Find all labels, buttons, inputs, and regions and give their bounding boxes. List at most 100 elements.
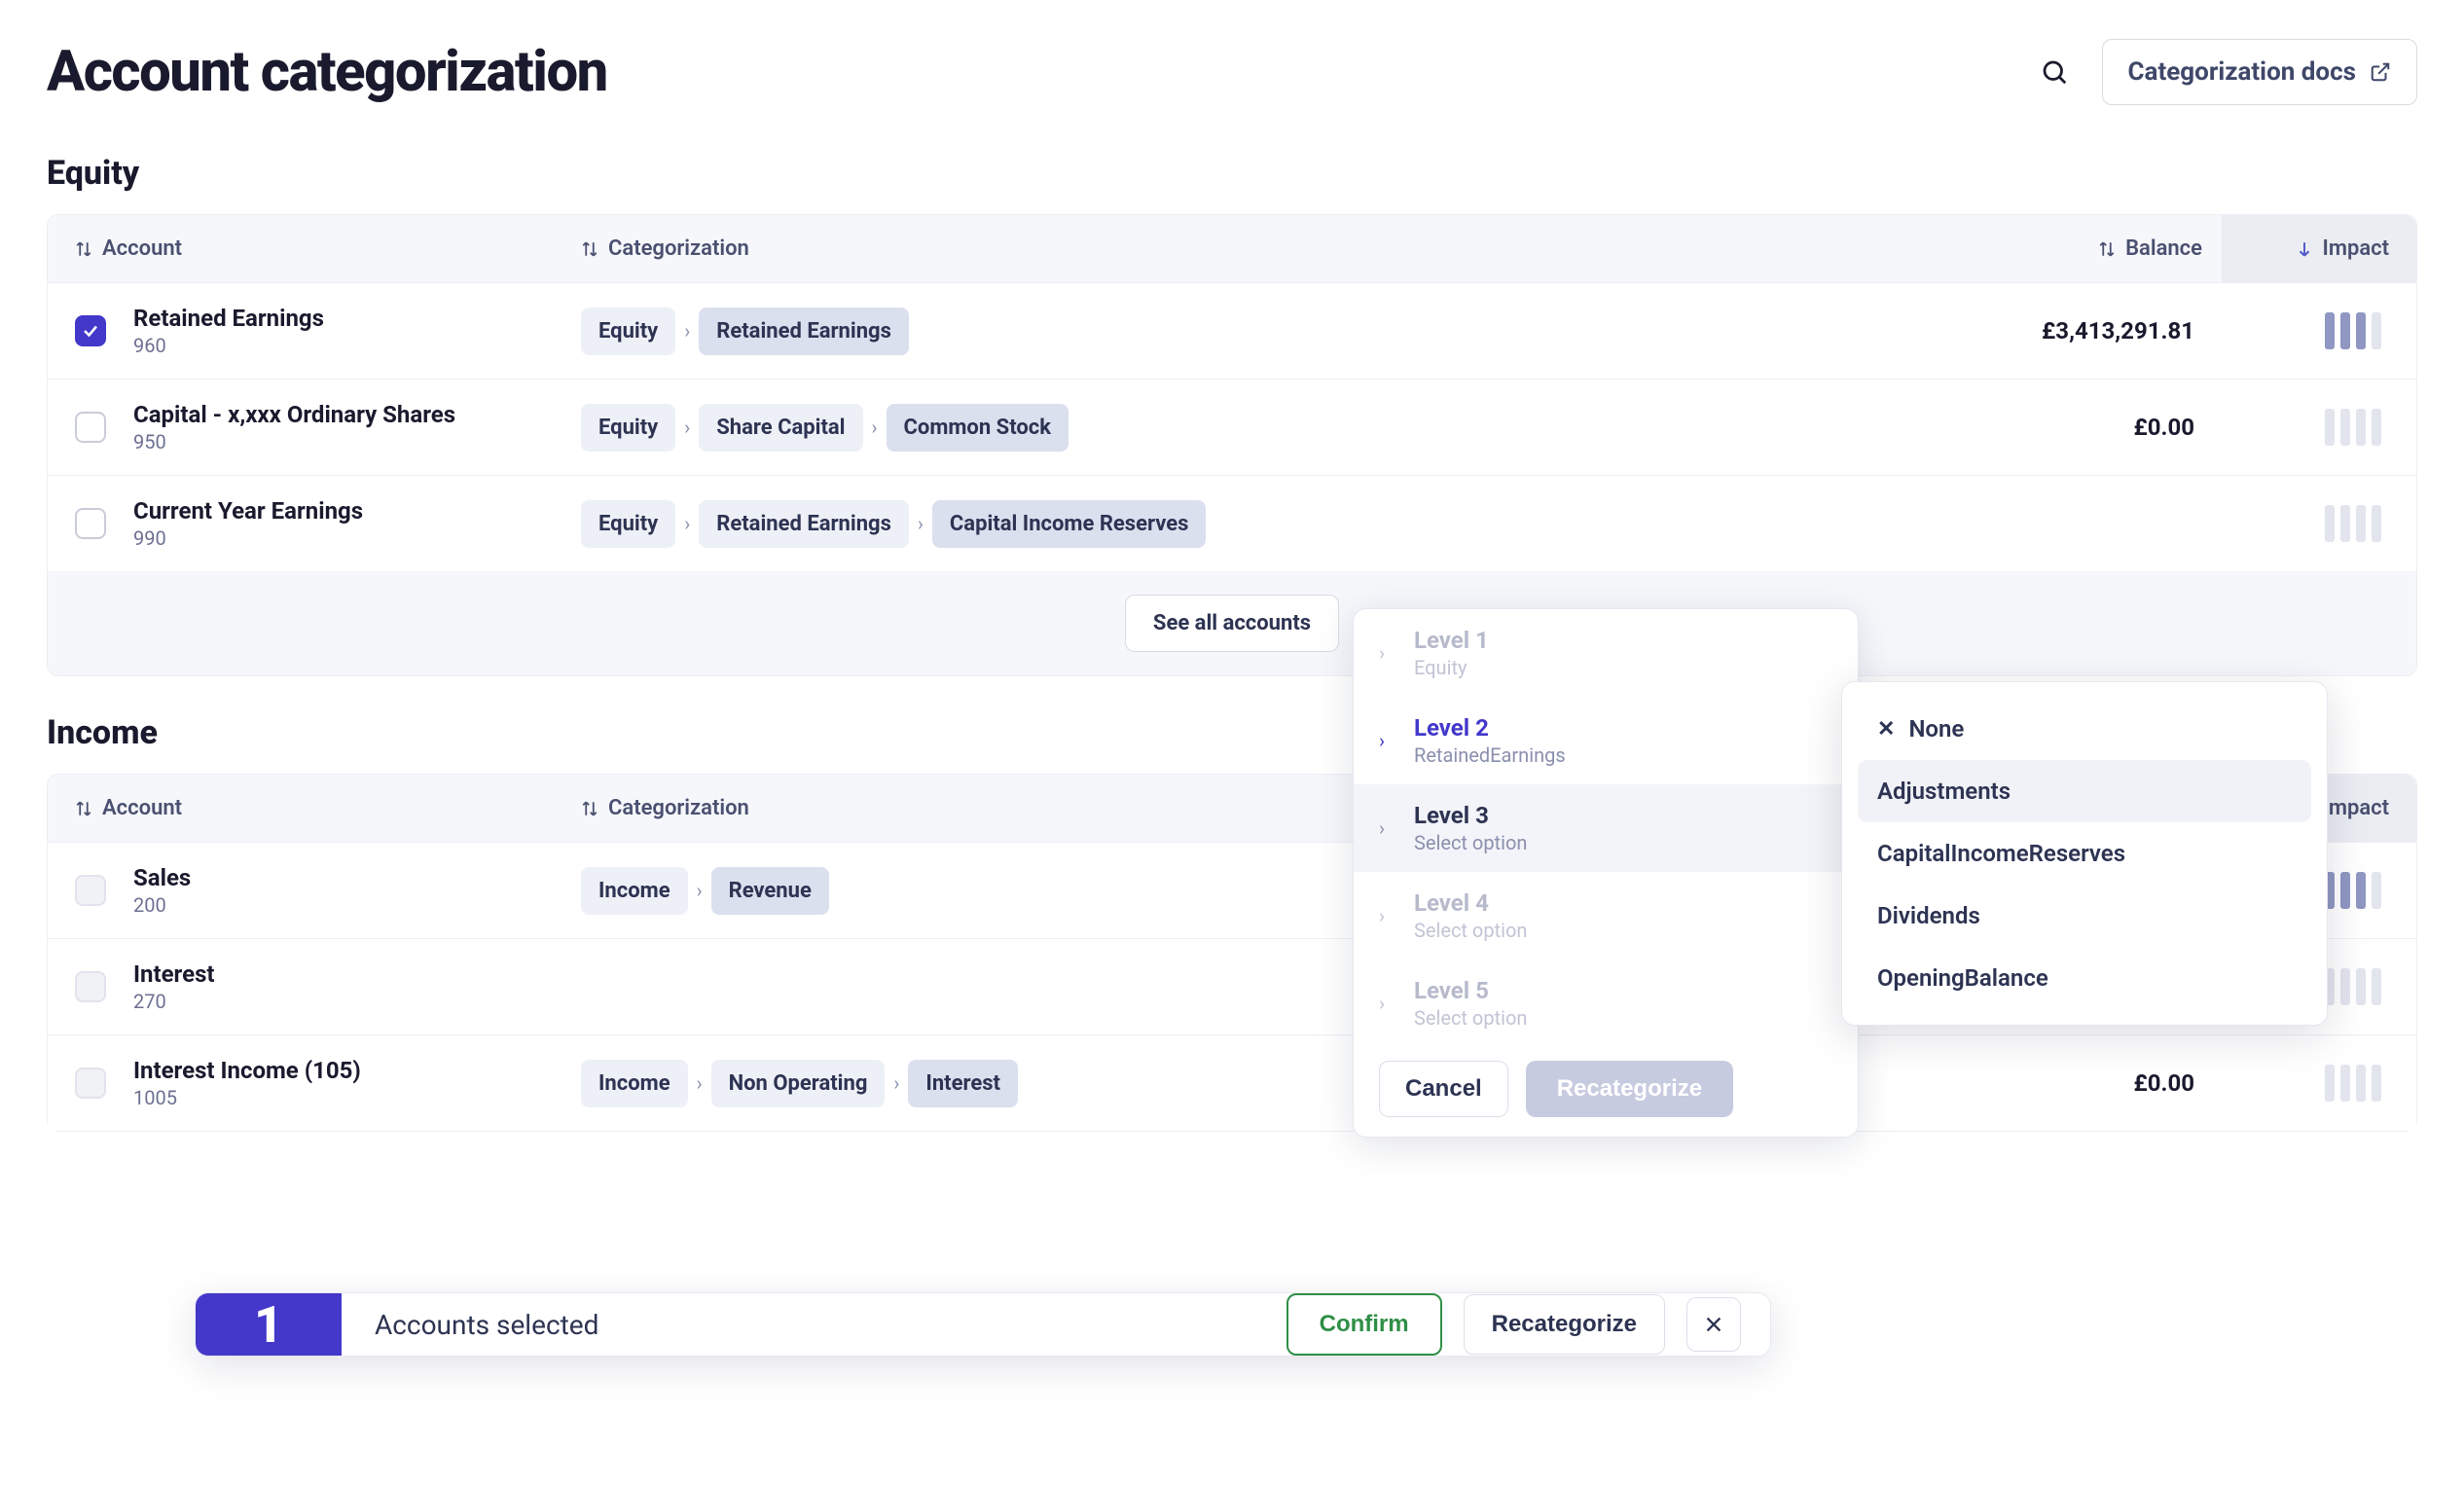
selection-count: 1	[196, 1293, 342, 1356]
impact-indicator	[2325, 968, 2381, 1005]
balance-value: £0.00	[1980, 414, 2194, 441]
chevron-right-icon: ›	[688, 1071, 711, 1095]
sort-icon	[75, 240, 92, 258]
level-title: Level 5	[1414, 977, 1527, 1004]
chevron-right-icon: ›	[909, 512, 932, 535]
chevron-right-icon: ›	[885, 1071, 908, 1095]
recategorize-actions: Cancel Recategorize	[1354, 1047, 1858, 1117]
recategorize-button[interactable]: Recategorize	[1464, 1294, 1665, 1355]
chevron-right-icon: ›	[1379, 816, 1396, 840]
chevron-right-icon: ›	[675, 512, 699, 535]
level-selector[interactable]: › Level 2RetainedEarnings	[1354, 697, 1858, 784]
account-number: 200	[133, 893, 581, 917]
account-number: 270	[133, 990, 581, 1013]
sort-icon	[2098, 240, 2116, 258]
close-icon	[1703, 1314, 1724, 1335]
row-checkbox[interactable]	[75, 412, 106, 443]
chevron-right-icon: ›	[863, 416, 887, 439]
close-selection-button[interactable]	[1686, 1297, 1741, 1352]
header-actions: Categorization docs	[2034, 39, 2417, 105]
level-title: Level 4	[1414, 889, 1527, 917]
chevron-right-icon: ›	[1379, 729, 1396, 752]
impact-indicator	[2325, 1065, 2381, 1102]
recategorize-submit-button[interactable]: Recategorize	[1526, 1061, 1733, 1117]
category-crumb[interactable]: Equity	[581, 308, 675, 355]
search-icon	[2040, 57, 2069, 87]
impact-indicator	[2325, 312, 2381, 349]
account-number: 1005	[133, 1086, 581, 1109]
table-row[interactable]: Current Year Earnings990Equity›Retained …	[48, 476, 2416, 571]
category-crumb[interactable]: Share Capital	[699, 404, 862, 452]
col-balance[interactable]: Balance	[1988, 236, 2202, 261]
category-crumb[interactable]: Common Stock	[887, 404, 1069, 452]
col-account[interactable]: Account	[75, 796, 581, 820]
category-crumb[interactable]: Interest	[908, 1060, 1018, 1107]
equity-table: Account Categorization Balance Impact Re…	[47, 214, 2417, 676]
selection-actions: Confirm Recategorize	[1257, 1293, 1770, 1356]
close-icon: ✕	[1877, 717, 1895, 742]
option-item[interactable]: Dividends	[1858, 885, 2311, 947]
cancel-button[interactable]: Cancel	[1379, 1061, 1508, 1117]
chevron-right-icon: ›	[1379, 904, 1396, 927]
account-name: Interest	[133, 960, 581, 988]
level-title: Level 2	[1414, 714, 1566, 742]
balance-value: £3,413,291.81	[1980, 317, 2194, 344]
category-crumb[interactable]: Income	[581, 867, 688, 915]
categorization-docs-button[interactable]: Categorization docs	[2102, 39, 2417, 105]
chevron-right-icon: ›	[688, 879, 711, 902]
recategorize-panel: › Level 1Equity › Level 2RetainedEarnings › L…	[1353, 608, 1859, 1138]
confirm-button[interactable]: Confirm	[1286, 1293, 1442, 1356]
level-subtitle: RetainedEarnings	[1414, 743, 1566, 767]
chevron-right-icon: ›	[1379, 992, 1396, 1015]
level-subtitle: Select option	[1414, 919, 1527, 942]
level-subtitle: Select option	[1414, 831, 1527, 854]
row-checkbox	[75, 875, 106, 906]
table-row[interactable]: Capital - x,xxx Ordinary Shares950Equity…	[48, 380, 2416, 476]
page-header: Account categorization Categorization do…	[47, 39, 2417, 105]
account-name: Interest Income (105)	[133, 1057, 581, 1084]
table-row[interactable]: Interest Income (105)1005Income›Non Oper…	[48, 1035, 2416, 1131]
table-header: Account Categorization Balance Impact	[48, 215, 2416, 283]
impact-indicator	[2325, 505, 2381, 542]
category-crumb[interactable]: Revenue	[711, 867, 829, 915]
row-checkbox[interactable]	[75, 508, 106, 539]
row-checkbox	[75, 971, 106, 1002]
level-selector: › Level 1Equity	[1354, 609, 1858, 697]
col-impact[interactable]: Impact	[2222, 215, 2416, 282]
account-name: Sales	[133, 864, 581, 891]
account-name: Capital - x,xxx Ordinary Shares	[133, 401, 581, 428]
level-subtitle: Equity	[1414, 656, 1489, 679]
col-categorization[interactable]: Categorization	[581, 236, 1988, 261]
option-none[interactable]: ✕ None	[1858, 698, 2311, 760]
category-crumb[interactable]: Non Operating	[711, 1060, 886, 1107]
category-crumb[interactable]: Retained Earnings	[699, 308, 909, 355]
level-subtitle: Select option	[1414, 1006, 1527, 1030]
option-item[interactable]: CapitalIncomeReserves	[1858, 822, 2311, 885]
option-item[interactable]: OpeningBalance	[1858, 947, 2311, 1009]
category-crumb[interactable]: Equity	[581, 500, 675, 548]
category-crumb[interactable]: Equity	[581, 404, 675, 452]
table-row[interactable]: Retained Earnings960Equity›Retained Earn…	[48, 283, 2416, 380]
level-title: Level 1	[1414, 627, 1489, 654]
page-title: Account categorization	[47, 39, 607, 105]
impact-indicator	[2325, 872, 2381, 909]
impact-indicator	[2325, 409, 2381, 446]
option-item[interactable]: Adjustments	[1858, 760, 2311, 822]
level-selector[interactable]: › Level 3Select option	[1354, 784, 1858, 872]
col-account[interactable]: Account	[75, 236, 581, 261]
level-selector: › Level 5Select option	[1354, 960, 1858, 1047]
section-title-equity: Equity	[47, 154, 2417, 193]
category-crumb[interactable]: Capital Income Reserves	[932, 500, 1207, 548]
chevron-right-icon: ›	[675, 416, 699, 439]
sort-icon	[75, 800, 92, 817]
chevron-right-icon: ›	[1379, 641, 1396, 665]
level-title: Level 3	[1414, 802, 1527, 829]
search-button[interactable]	[2034, 52, 2075, 92]
category-crumb[interactable]: Income	[581, 1060, 688, 1107]
docs-label: Categorization docs	[2128, 57, 2356, 87]
see-all-accounts-button[interactable]: See all accounts	[1125, 595, 1339, 652]
external-link-icon	[2370, 61, 2391, 83]
category-crumb[interactable]: Retained Earnings	[699, 500, 909, 548]
account-name: Current Year Earnings	[133, 497, 581, 525]
row-checkbox[interactable]	[75, 315, 106, 346]
